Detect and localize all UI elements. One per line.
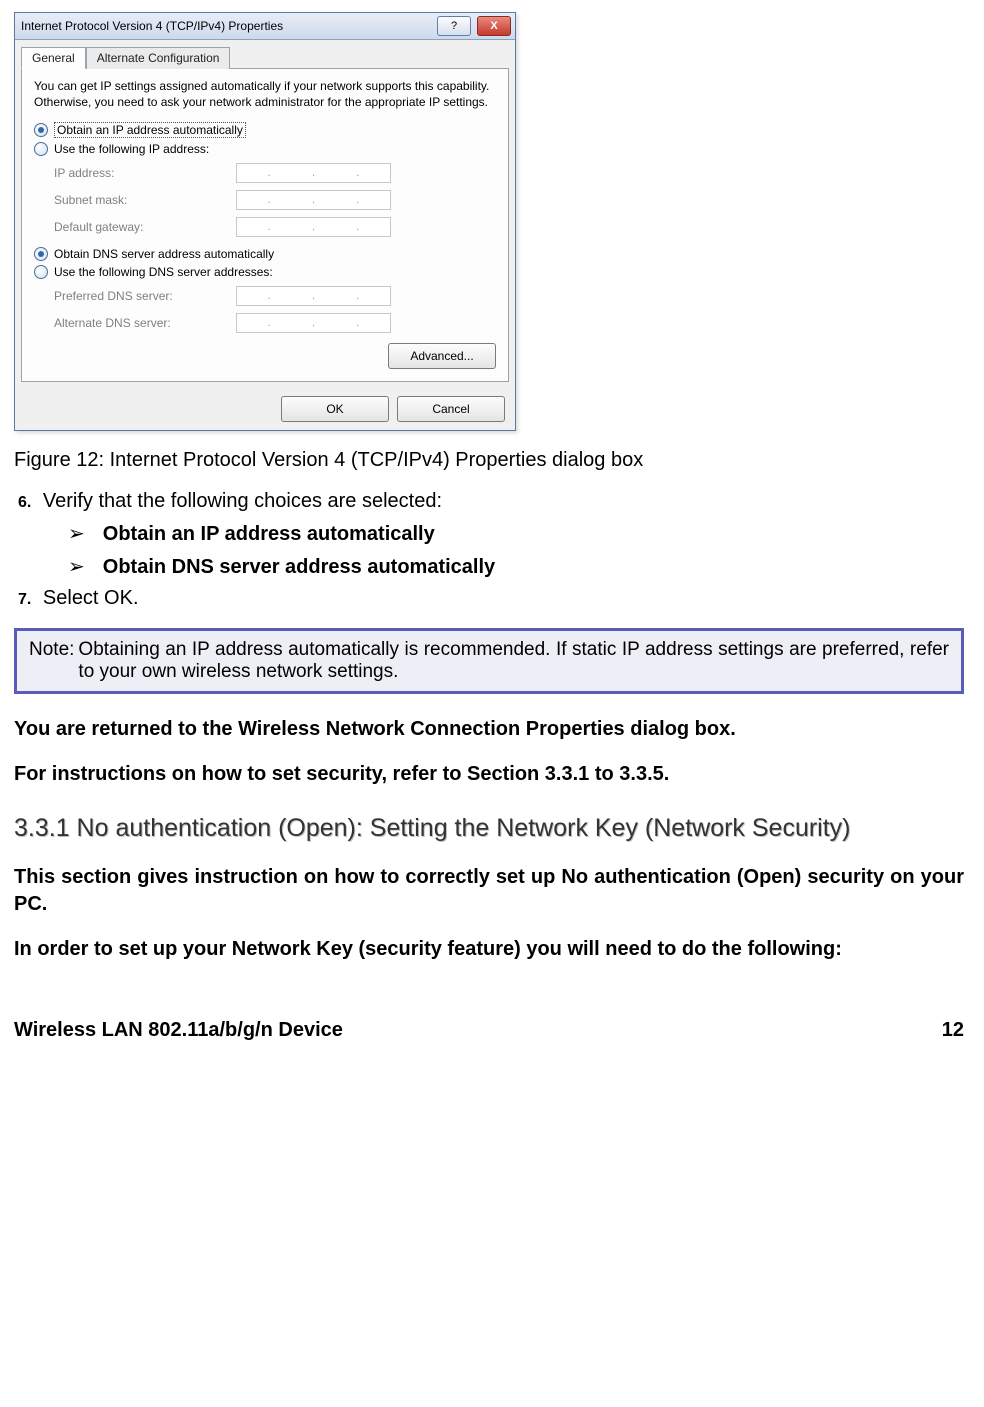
radio-icon (34, 265, 48, 279)
step-text: Select OK. (43, 587, 139, 609)
radio-obtain-dns-auto[interactable]: Obtain DNS server address automatically (34, 247, 496, 261)
figure-caption: Figure 12: Internet Protocol Version 4 (… (14, 449, 964, 472)
label-alternate-dns: Alternate DNS server: (54, 316, 224, 330)
bullet-dns-auto: ➢Obtain DNS server address automatically (68, 554, 964, 579)
preferred-dns-input[interactable]: ... (236, 286, 391, 306)
ipv4-properties-dialog: Internet Protocol Version 4 (TCP/IPv4) P… (14, 12, 516, 431)
tab-body: You can get IP settings assigned automat… (21, 68, 509, 382)
radio-obtain-ip-auto[interactable]: Obtain an IP address automatically (34, 122, 496, 138)
footer-product: Wireless LAN 802.11a/b/g/n Device (14, 1019, 343, 1042)
titlebar[interactable]: Internet Protocol Version 4 (TCP/IPv4) P… (15, 13, 515, 40)
radio-icon (34, 142, 48, 156)
step-7: 7. Select OK. (18, 587, 964, 610)
step-number: 7. (18, 591, 31, 608)
step-number: 6. (18, 494, 31, 511)
paragraph-section-intro: This section gives instruction on how to… (14, 864, 964, 918)
label-default-gateway: Default gateway: (54, 220, 224, 234)
help-button[interactable]: ? (437, 16, 471, 36)
radio-label: Use the following IP address: (54, 142, 209, 156)
paragraph-instructions: For instructions on how to set security,… (14, 761, 964, 788)
section-heading-3-3-1: 3.3.1 No authentication (Open): Setting … (14, 812, 964, 846)
default-gateway-input[interactable]: ... (236, 217, 391, 237)
help-icon: ? (451, 20, 457, 32)
paragraph-return: You are returned to the Wireless Network… (14, 716, 964, 743)
cancel-button[interactable]: Cancel (397, 396, 505, 422)
label-subnet-mask: Subnet mask: (54, 193, 224, 207)
step-text: Verify that the following choices are se… (43, 490, 442, 512)
ip-address-input[interactable]: ... (236, 163, 391, 183)
bullet-ip-auto: ➢Obtain an IP address automatically (68, 521, 964, 546)
radio-icon (34, 247, 48, 261)
radio-label: Obtain an IP address automatically (54, 122, 246, 138)
paragraph-setup-lead: In order to set up your Network Key (sec… (14, 936, 964, 963)
dialog-title: Internet Protocol Version 4 (TCP/IPv4) P… (21, 19, 431, 33)
radio-label: Obtain DNS server address automatically (54, 247, 274, 261)
radio-icon (34, 123, 48, 137)
note-box: Note: Obtaining an IP address automatica… (14, 628, 964, 694)
note-title: Note: (29, 639, 74, 683)
page-number: 12 (942, 1019, 964, 1042)
advanced-button[interactable]: Advanced... (388, 343, 496, 369)
bullet-arrow-icon: ➢ (68, 523, 85, 545)
radio-use-dns[interactable]: Use the following DNS server addresses: (34, 265, 496, 279)
tab-general[interactable]: General (21, 47, 86, 69)
intro-text: You can get IP settings assigned automat… (34, 79, 496, 110)
radio-use-ip[interactable]: Use the following IP address: (34, 142, 496, 156)
ok-button[interactable]: OK (281, 396, 389, 422)
subnet-mask-input[interactable]: ... (236, 190, 391, 210)
note-body: Obtaining an IP address automatically is… (78, 639, 949, 683)
close-button[interactable]: X (477, 16, 511, 36)
tab-alternate-configuration[interactable]: Alternate Configuration (86, 47, 231, 69)
label-preferred-dns: Preferred DNS server: (54, 289, 224, 303)
label-ip-address: IP address: (54, 166, 224, 180)
dialog-button-bar: OK Cancel (15, 388, 515, 430)
step-6: 6. Verify that the following choices are… (18, 490, 964, 579)
alternate-dns-input[interactable]: ... (236, 313, 391, 333)
bullet-arrow-icon: ➢ (68, 556, 85, 578)
radio-label: Use the following DNS server addresses: (54, 265, 273, 279)
tab-strip: General Alternate Configuration (15, 40, 515, 68)
close-icon: X (490, 20, 497, 32)
